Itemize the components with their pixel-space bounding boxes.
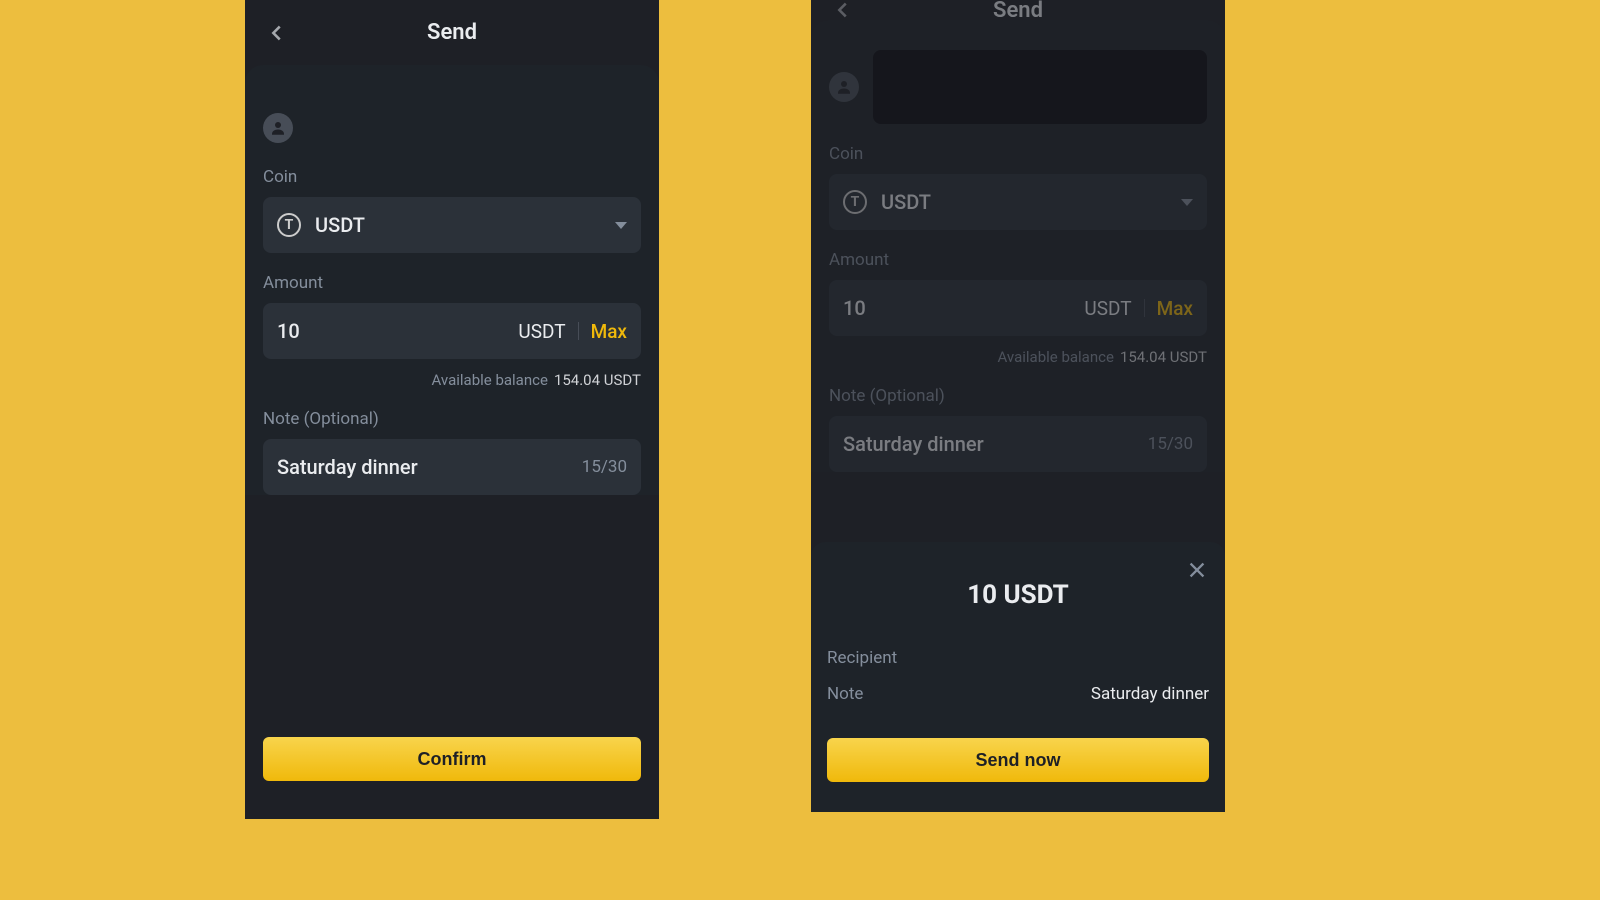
coin-label: Coin (263, 167, 641, 187)
amount-label: Amount (263, 273, 641, 293)
recipient-block (829, 38, 1207, 144)
send-form-dimmed: Coin T USDT Amount 10 USDT Max Available… (811, 20, 1225, 472)
max-button[interactable]: Max (591, 320, 627, 343)
amount-section: Amount 10 USDT Max Available balance 154… (263, 273, 641, 389)
amount-section: Amount 10 USDT Max Available balance 154… (829, 250, 1207, 366)
coin-select: T USDT (829, 174, 1207, 230)
chevron-down-icon (615, 222, 627, 229)
sheet-note-value: Saturday dinner (1091, 684, 1209, 704)
note-section: Note (Optional) Saturday dinner 15/30 (829, 386, 1207, 472)
amount-unit: USDT (1084, 297, 1131, 320)
max-button: Max (1157, 297, 1193, 320)
header: Send (811, 0, 1225, 20)
balance-row: Available balance 154.04 USDT (829, 348, 1207, 366)
note-text: Saturday dinner (277, 455, 582, 479)
avatar (829, 72, 859, 102)
note-label: Note (Optional) (263, 409, 641, 429)
note-input[interactable]: Saturday dinner 15/30 (263, 439, 641, 495)
note-count: 15/30 (582, 457, 627, 477)
send-form: Coin T USDT Amount 10 USDT Max Available… (245, 65, 659, 495)
note-section: Note (Optional) Saturday dinner 15/30 (263, 409, 641, 495)
confirm-sheet: 10 USDT Recipient Note Saturday dinner S… (811, 542, 1225, 812)
usdt-icon: T (843, 190, 867, 214)
recipient-label: Recipient (827, 648, 897, 668)
sheet-note-label: Note (827, 684, 863, 704)
close-icon (1186, 559, 1208, 581)
amount-label: Amount (829, 250, 1207, 270)
note-count: 15/30 (1148, 434, 1193, 454)
page-title: Send (245, 20, 659, 45)
note-input: Saturday dinner 15/30 (829, 416, 1207, 472)
page-title: Send (811, 0, 1225, 20)
confirm-button[interactable]: Confirm (263, 737, 641, 781)
divider (1144, 299, 1145, 317)
send-screen-with-sheet: Send Coin T USDT Amount 10 USDT Max (811, 0, 1225, 812)
send-now-button[interactable]: Send now (827, 738, 1209, 782)
recipient-row: Recipient (827, 648, 1209, 668)
amount-value: 10 (843, 296, 1084, 320)
amount-value: 10 (277, 319, 518, 343)
close-button[interactable] (1183, 556, 1211, 584)
coin-label: Coin (829, 144, 1207, 164)
coin-symbol: USDT (315, 213, 601, 237)
amount-unit: USDT (518, 320, 565, 343)
note-text: Saturday dinner (843, 432, 1148, 456)
header: Send (245, 0, 659, 65)
balance-row: Available balance 154.04 USDT (263, 371, 641, 389)
chevron-down-icon (1181, 199, 1193, 206)
recipient-block (263, 83, 641, 167)
coin-section: Coin T USDT (829, 144, 1207, 230)
balance-value: 154.04 USDT (554, 371, 641, 389)
balance-value: 154.04 USDT (1120, 348, 1207, 366)
coin-section: Coin T USDT (263, 167, 641, 253)
divider (578, 322, 579, 340)
coin-symbol: USDT (881, 190, 1167, 214)
balance-label: Available balance (432, 371, 548, 389)
amount-input[interactable]: 10 USDT Max (263, 303, 641, 359)
recipient-field (873, 50, 1207, 124)
avatar[interactable] (263, 113, 293, 143)
note-row: Note Saturday dinner (827, 684, 1209, 704)
coin-select[interactable]: T USDT (263, 197, 641, 253)
amount-input: 10 USDT Max (829, 280, 1207, 336)
usdt-icon: T (277, 213, 301, 237)
sheet-amount-title: 10 USDT (827, 580, 1209, 610)
note-label: Note (Optional) (829, 386, 1207, 406)
send-screen: Send Coin T USDT Amount 10 USDT Max (245, 0, 659, 819)
balance-label: Available balance (998, 348, 1114, 366)
person-icon (269, 119, 287, 137)
person-icon (835, 78, 853, 96)
